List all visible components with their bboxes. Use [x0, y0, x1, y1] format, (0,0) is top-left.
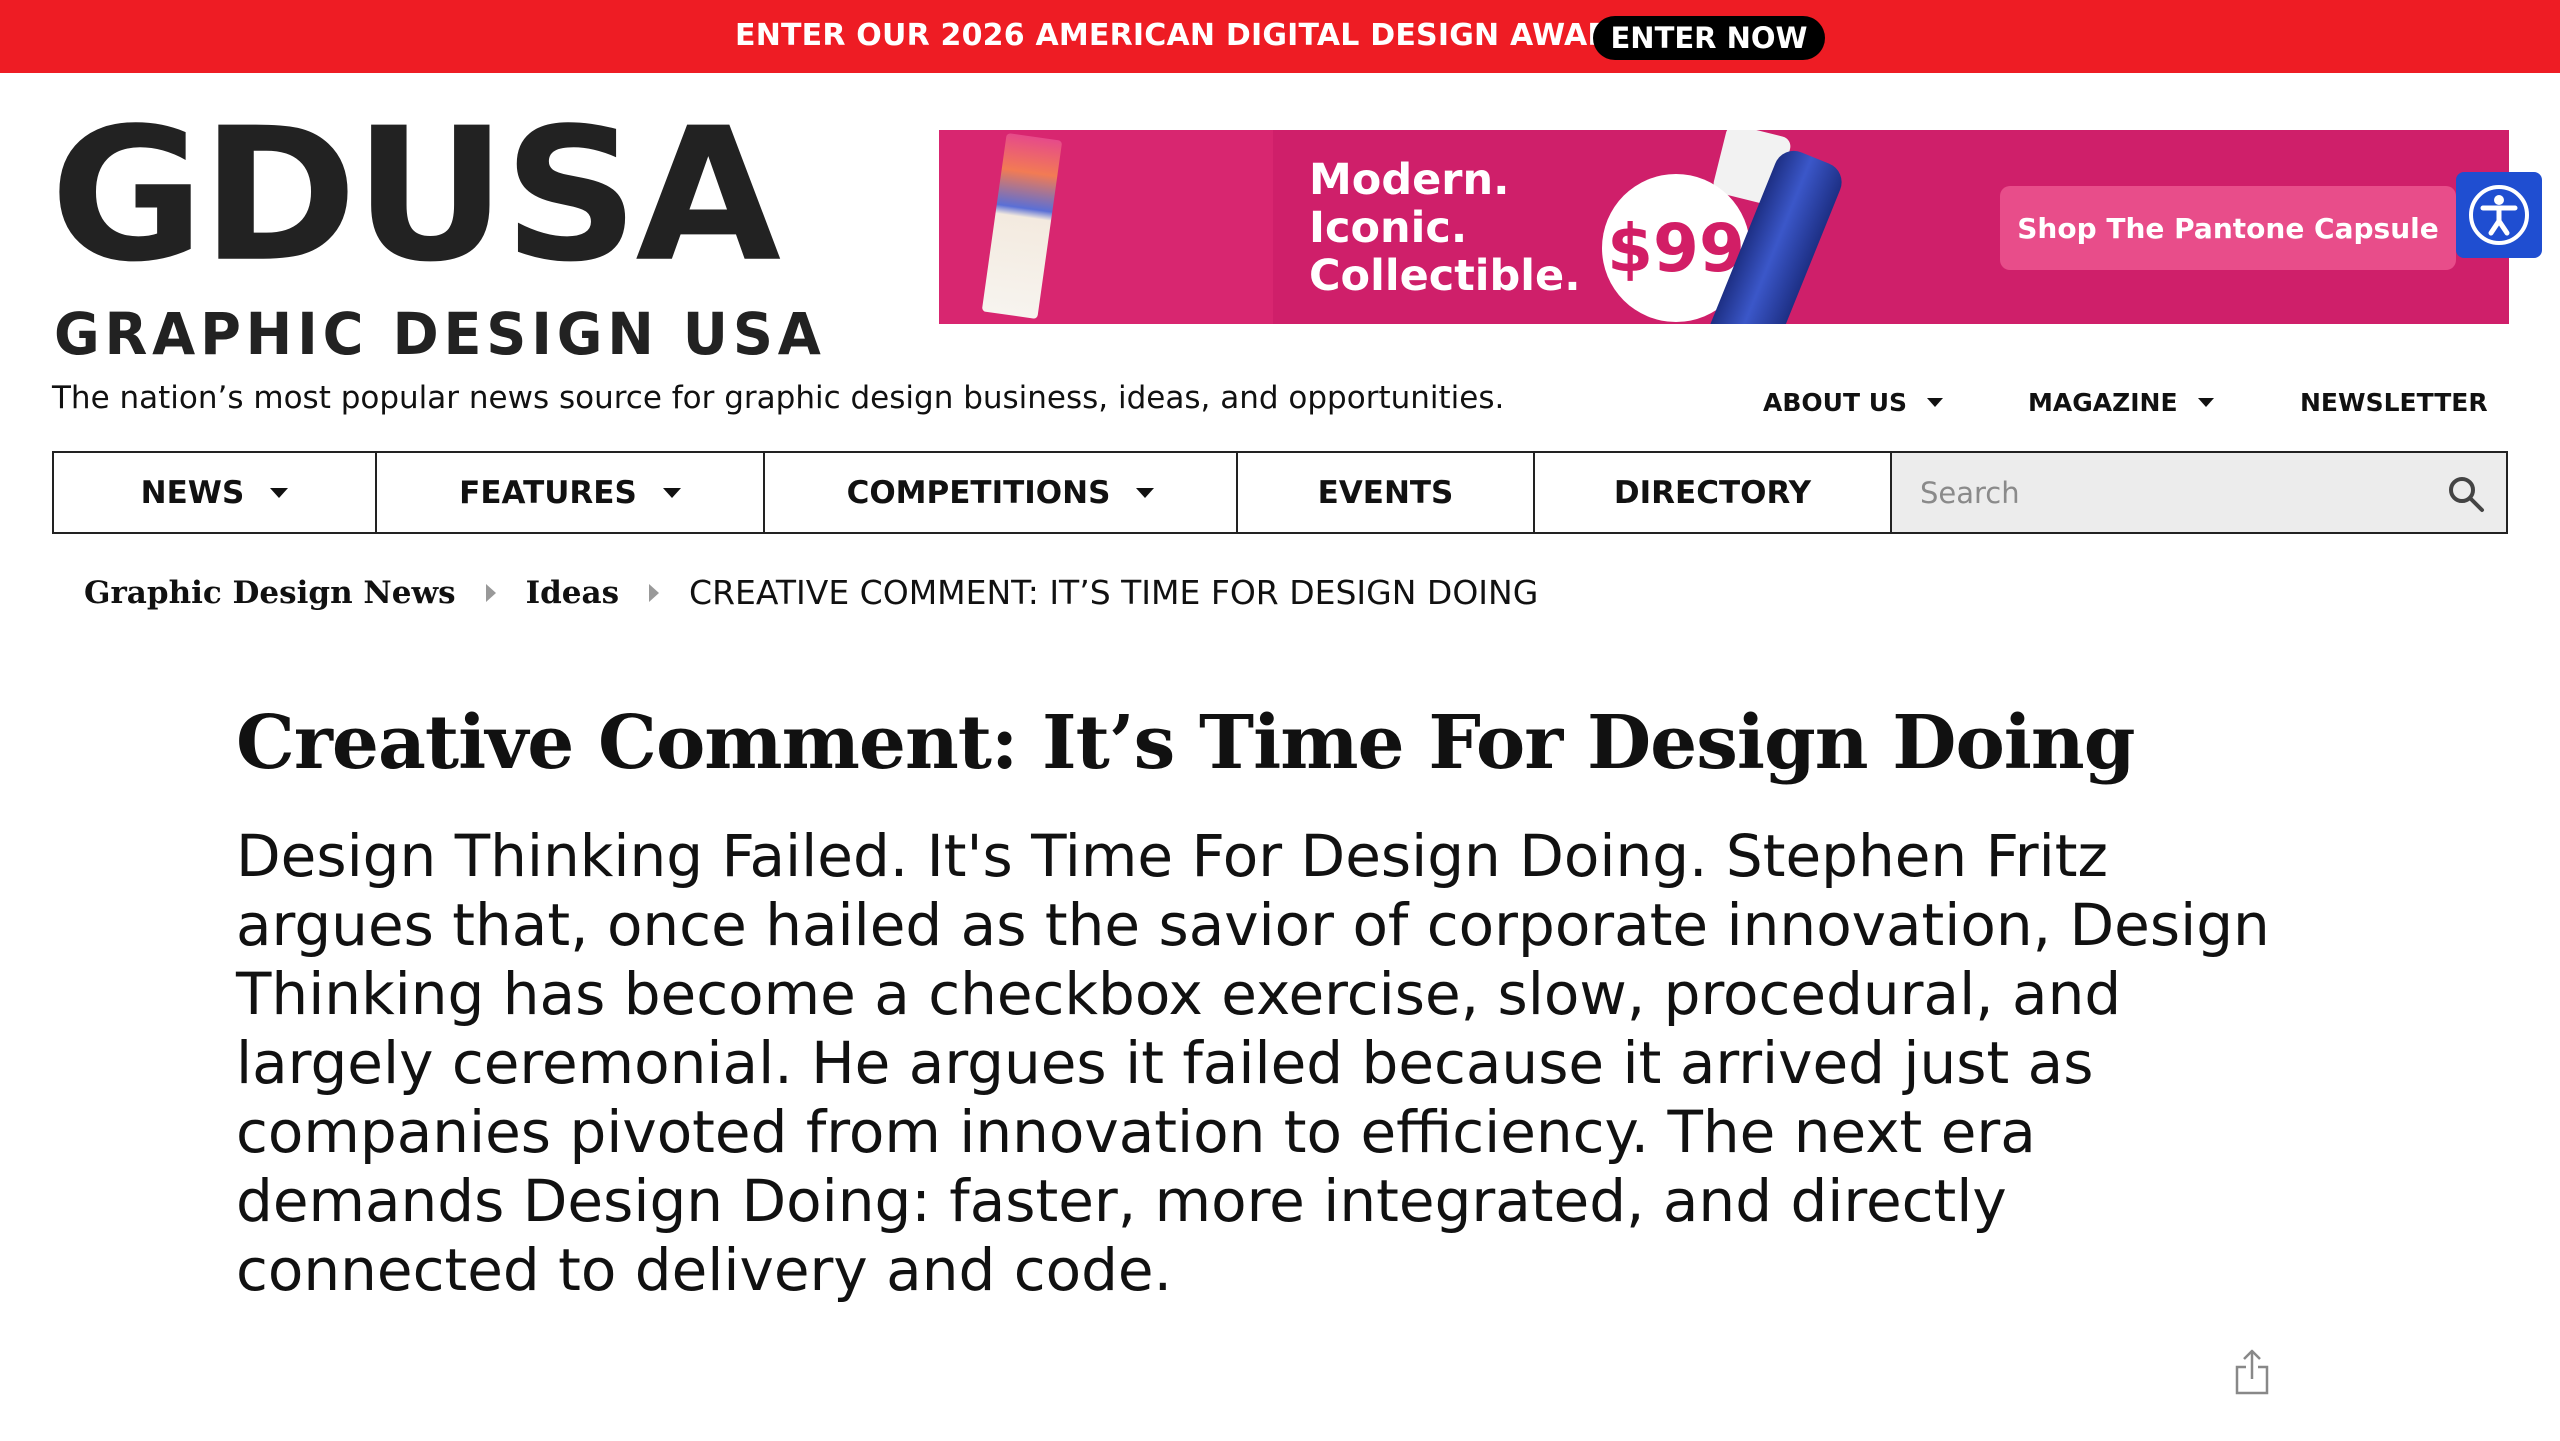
chevron-right-icon	[649, 583, 660, 602]
search-box	[1892, 453, 2506, 532]
ad-banner[interactable]: Modern. Iconic. Collectible. $99 Shop Th…	[939, 130, 2509, 324]
nav-label: FEATURES	[459, 474, 637, 511]
shop-pantone-button[interactable]: Shop The Pantone Capsule	[2000, 186, 2456, 270]
nav-newsletter[interactable]: NEWSLETTER	[2300, 388, 2488, 417]
breadcrumb-graphic-design-news[interactable]: Graphic Design News	[84, 575, 456, 611]
ad-headline: Modern. Iconic. Collectible.	[1309, 156, 1581, 300]
enter-now-button[interactable]: ENTER NOW	[1593, 16, 1825, 60]
ad-headline-line: Collectible.	[1309, 251, 1581, 301]
nav-magazine[interactable]: MAGAZINE	[2028, 388, 2214, 417]
breadcrumb: Graphic Design News Ideas CREATIVE COMME…	[84, 573, 1538, 612]
pantone-swatch-image	[981, 132, 1063, 320]
chevron-down-icon	[1927, 398, 1944, 407]
site-tagline: The nation’s most popular news source fo…	[52, 380, 1505, 416]
search-input[interactable]	[1892, 453, 2506, 532]
chevron-down-icon	[2197, 398, 2214, 407]
accessibility-icon	[2469, 185, 2529, 245]
share-icon[interactable]	[2232, 1347, 2272, 1397]
chevron-down-icon	[270, 487, 289, 498]
nav-label: ABOUT US	[1763, 388, 1908, 417]
breadcrumb-ideas[interactable]: Ideas	[526, 575, 619, 611]
article-title: Creative Comment: It’s Time For Design D…	[236, 700, 2135, 786]
ad-headline-line: Modern.	[1309, 155, 1510, 205]
breadcrumb-current: CREATIVE COMMENT: IT’S TIME FOR DESIGN D…	[689, 573, 1539, 612]
logo-subtitle: GRAPHIC DESIGN USA	[54, 300, 826, 368]
nav-features[interactable]: FEATURES	[377, 453, 765, 532]
chevron-right-icon	[485, 583, 496, 602]
article-dek: Design Thinking Failed. It's Time For De…	[236, 822, 2270, 1304]
nav-label: EVENTS	[1317, 474, 1454, 511]
site-logo[interactable]: GDUSA GRAPHIC DESIGN USA	[50, 104, 821, 368]
chevron-down-icon	[1136, 487, 1155, 498]
nav-label: DIRECTORY	[1613, 474, 1812, 511]
main-nav: NEWS FEATURES COMPETITIONS EVENTS DIRECT…	[52, 451, 2508, 534]
ad-headline-line: Iconic.	[1309, 203, 1468, 253]
nav-news[interactable]: NEWS	[54, 453, 377, 532]
promo-text[interactable]: ENTER OUR 2026 AMERICAN DIGITAL DESIGN A…	[735, 18, 1688, 53]
search-icon[interactable]	[2446, 474, 2486, 514]
chevron-down-icon	[662, 487, 681, 498]
logo-wordmark: GDUSA	[50, 88, 781, 303]
nav-label: NEWSLETTER	[2300, 388, 2488, 417]
nav-events[interactable]: EVENTS	[1238, 453, 1535, 532]
nav-label: COMPETITIONS	[846, 474, 1111, 511]
nav-label: MAGAZINE	[2028, 388, 2178, 417]
accessibility-button[interactable]	[2456, 172, 2542, 258]
nav-competitions[interactable]: COMPETITIONS	[765, 453, 1238, 532]
ad-image-panel	[939, 130, 1273, 324]
nav-directory[interactable]: DIRECTORY	[1535, 453, 1892, 532]
nav-about-us[interactable]: ABOUT US	[1763, 388, 1944, 417]
promo-bar: ENTER OUR 2026 AMERICAN DIGITAL DESIGN A…	[0, 0, 2560, 73]
nav-label: NEWS	[140, 474, 245, 511]
